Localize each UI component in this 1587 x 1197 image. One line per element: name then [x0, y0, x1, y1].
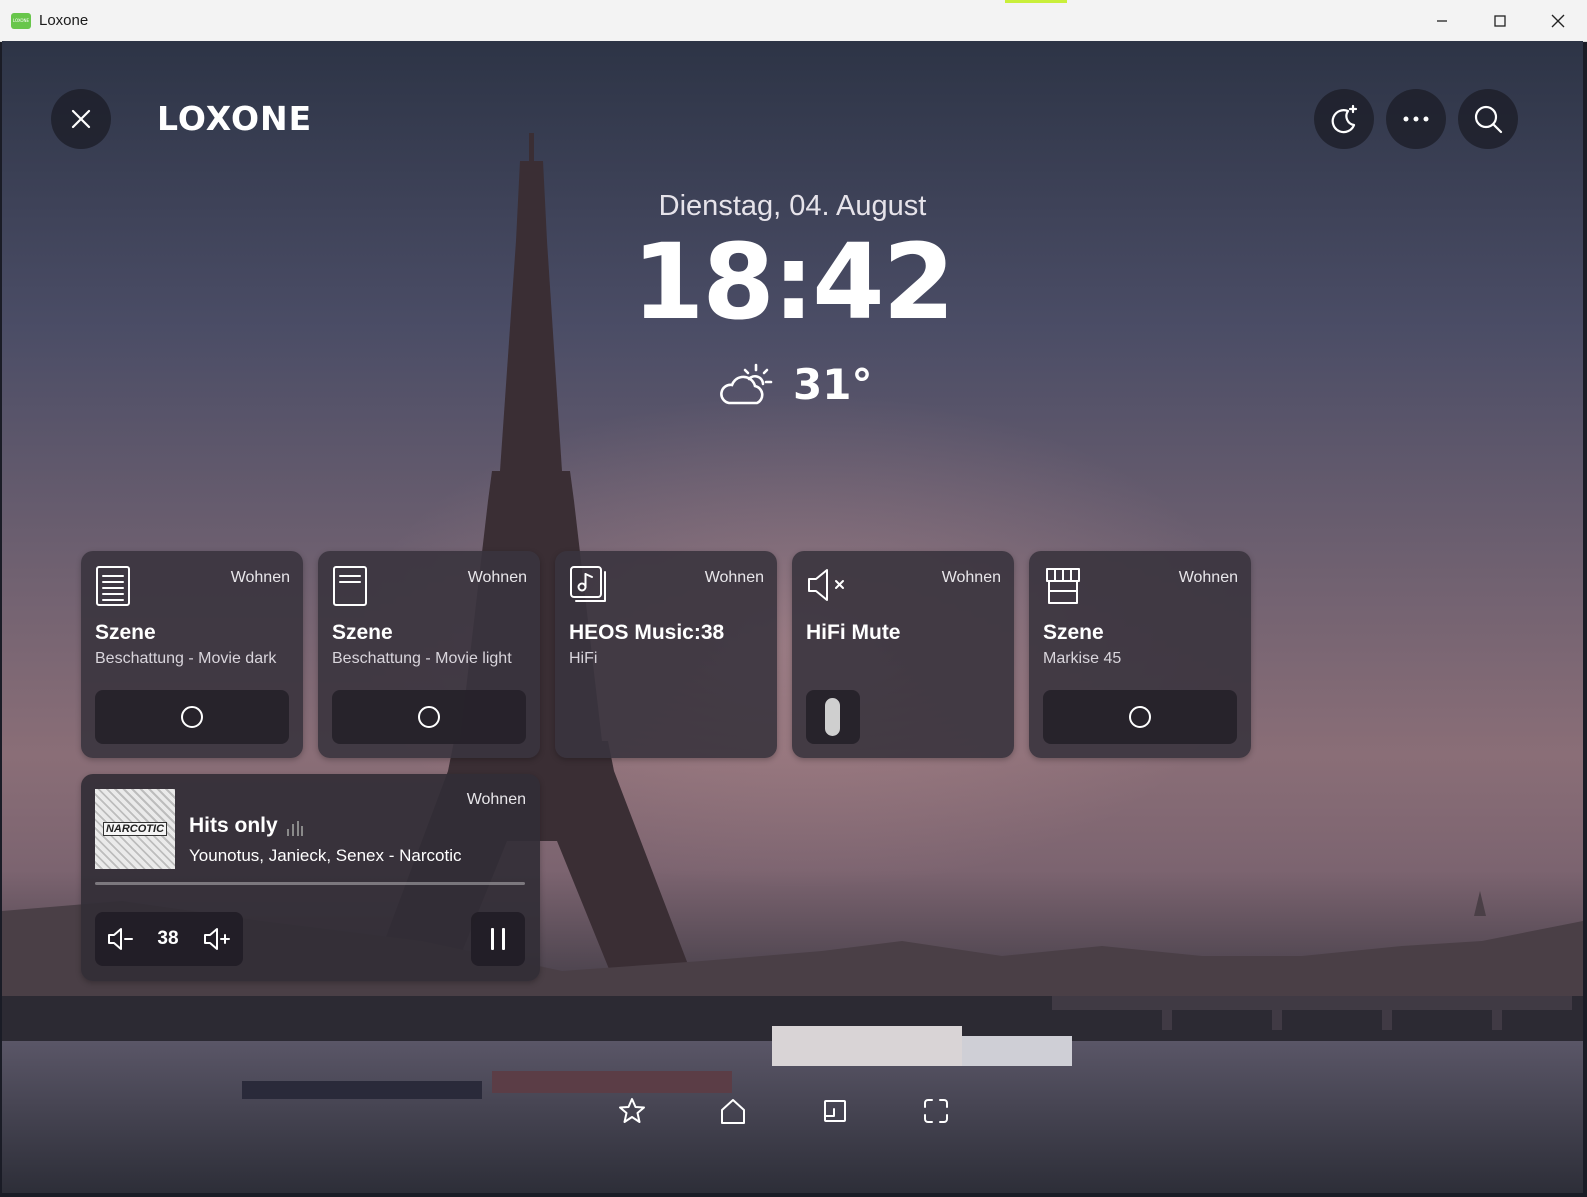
scene-activate-button[interactable] — [95, 690, 289, 744]
card-room: Wohnen — [941, 569, 1001, 586]
bottom-navigation — [2, 1091, 1583, 1131]
night-mode-button[interactable] — [1314, 89, 1374, 149]
minimize-icon — [1437, 19, 1447, 22]
card-title: Szene — [95, 621, 156, 644]
rooms-icon — [824, 1100, 846, 1122]
volume-down-icon[interactable] — [106, 925, 134, 953]
circle-icon — [181, 706, 203, 728]
clock: 18:42 — [631, 221, 955, 343]
loxone-app-icon: LOXONE — [11, 12, 31, 29]
mute-toggle[interactable] — [806, 690, 860, 744]
pause-button[interactable] — [471, 912, 525, 966]
window-controls — [1413, 0, 1587, 41]
card-room: Wohnen — [467, 569, 527, 586]
heos-music-card[interactable]: Wohnen HEOS Music:38 HiFi — [555, 551, 777, 758]
hifi-mute-card[interactable]: Wohnen HiFi Mute — [792, 551, 1014, 758]
circle-icon — [1129, 706, 1151, 728]
music-icon — [569, 565, 609, 610]
nav-categories[interactable] — [916, 1091, 956, 1131]
circle-icon — [418, 706, 440, 728]
music-player-card[interactable]: NARCOTIC Wohnen Hits only Younotus, Jani… — [81, 774, 540, 981]
app-icon-text: LOXONE — [12, 18, 30, 23]
titlebar-accent — [1005, 0, 1067, 3]
pause-bar — [502, 928, 505, 950]
card-room: Wohnen — [1178, 569, 1238, 586]
scene-card-movie-light[interactable]: Wohnen Szene Beschattung - Movie light — [318, 551, 540, 758]
close-icon — [71, 109, 91, 129]
nav-favorites[interactable] — [612, 1091, 652, 1131]
scene-card-movie-dark[interactable]: Wohnen Szene Beschattung - Movie dark — [81, 551, 303, 758]
music-room: Wohnen — [466, 791, 526, 808]
loxone-logo: LOXONE — [157, 99, 313, 138]
card-title: Szene — [1043, 621, 1104, 644]
scene-list-icon — [95, 565, 131, 612]
speaker-mute-icon — [806, 565, 850, 610]
volume-control: 38 — [95, 912, 243, 966]
more-button[interactable] — [1386, 89, 1446, 149]
close-button[interactable] — [51, 89, 111, 149]
album-art-text: NARCOTIC — [102, 822, 168, 836]
album-art: NARCOTIC — [95, 789, 175, 869]
maximize-icon — [1494, 14, 1506, 27]
card-title: HEOS Music:38 — [569, 621, 725, 644]
track-artist: Younotus, Janieck, Senex - Narcotic — [189, 846, 462, 865]
nav-home[interactable] — [713, 1091, 753, 1131]
window-titlebar: LOXONE Loxone — [0, 0, 1587, 42]
volume-up-icon[interactable] — [202, 925, 232, 953]
toggle-knob — [825, 698, 840, 736]
track-progress-bar[interactable] — [95, 882, 525, 885]
card-subtitle: HiFi — [569, 650, 598, 667]
categories-icon — [924, 1099, 948, 1123]
volume-level: 38 — [157, 928, 179, 949]
maximize-button[interactable] — [1471, 0, 1529, 41]
favorites-star-icon — [619, 1098, 645, 1123]
scene-activate-button[interactable] — [332, 690, 526, 744]
awning-icon — [1043, 565, 1083, 612]
night-mode-icon — [1331, 104, 1358, 134]
track-title: Hits only — [189, 814, 278, 837]
app-main: LOXONE Dienstag, 04. August 18:42 31° Wo… — [2, 41, 1583, 1193]
card-title: HiFi Mute — [806, 621, 901, 644]
close-icon — [1551, 14, 1565, 27]
pause-bar — [491, 928, 494, 950]
search-button[interactable] — [1458, 89, 1518, 149]
scene-list-icon — [332, 565, 368, 612]
weather-widget[interactable]: 31° — [715, 359, 872, 409]
card-subtitle: Beschattung - Movie light — [332, 650, 512, 667]
nav-rooms[interactable] — [815, 1091, 855, 1131]
scene-card-markise[interactable]: Wohnen Szene Markise 45 — [1029, 551, 1251, 758]
card-subtitle: Markise 45 — [1043, 650, 1122, 667]
equalizer-icon — [287, 821, 303, 836]
card-room: Wohnen — [704, 569, 764, 586]
minimize-button[interactable] — [1413, 0, 1471, 41]
home-icon — [721, 1099, 745, 1124]
more-icon — [1403, 116, 1429, 122]
card-title: Szene — [332, 621, 393, 644]
temperature: 31° — [793, 359, 873, 409]
search-icon — [1474, 105, 1503, 134]
window-close-button[interactable] — [1529, 0, 1587, 41]
card-subtitle: Beschattung - Movie dark — [95, 650, 277, 667]
window-title: Loxone — [39, 12, 89, 29]
date-label: Dienstag, 04. August — [658, 190, 927, 222]
card-room: Wohnen — [230, 569, 290, 586]
scene-activate-button[interactable] — [1043, 690, 1237, 744]
partly-cloudy-icon — [720, 363, 773, 405]
